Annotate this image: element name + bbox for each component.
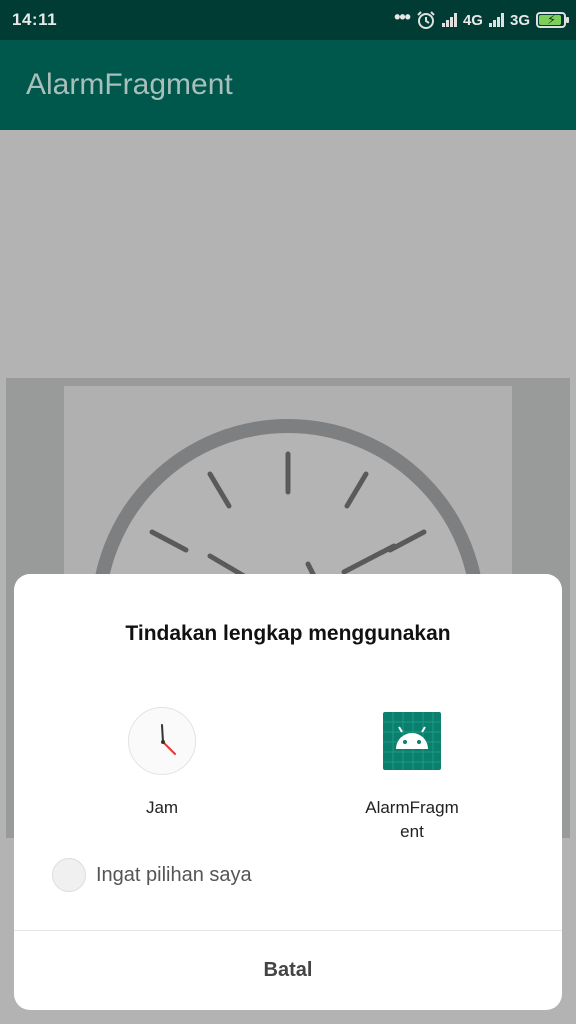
alarm-icon: [417, 11, 435, 29]
more-notifications-icon: •••: [394, 6, 411, 27]
status-icons: ••• 4G 3G ⚡: [394, 6, 569, 30]
battery-charging-icon: ⚡: [536, 12, 569, 28]
app-option-label: Jam: [145, 798, 179, 817]
app-bar: AlarmFragment: [0, 40, 576, 130]
remember-choice-label: Ingat pilihan saya: [96, 863, 252, 886]
android-app-icon: [383, 712, 441, 770]
remember-choice-checkbox[interactable]: [52, 858, 86, 892]
status-time: 14:11: [12, 10, 58, 29]
signal-icon: [441, 13, 457, 27]
app-option-label: AlarmFragm ent: [365, 798, 459, 841]
app-chooser-dialog: Tindakan lengkap menggunakan Jam AlarmFr…: [14, 574, 562, 1010]
status-bar: 14:11 ••• 4G 3G ⚡: [0, 0, 576, 40]
network-type-label: 3G: [509, 11, 530, 29]
cancel-button[interactable]: Batal: [14, 931, 562, 1010]
app-title: AlarmFragment: [26, 68, 233, 101]
clock-app-icon: [128, 707, 196, 775]
app-option-jam[interactable]: Jam: [82, 706, 242, 820]
signal-icon: [488, 13, 504, 27]
dialog-title: Tindakan lengkap menggunakan: [125, 622, 451, 645]
app-option-alarmfragment[interactable]: AlarmFragm ent: [332, 706, 492, 844]
remember-choice-row[interactable]: Ingat pilihan saya: [52, 858, 252, 892]
network-type-label: 4G: [462, 11, 483, 29]
